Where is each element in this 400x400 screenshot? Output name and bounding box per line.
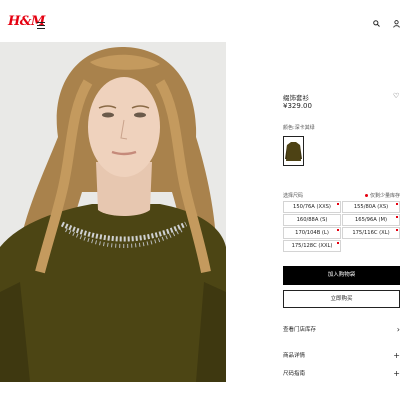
size-option-label: 165/96A (M) — [355, 217, 387, 223]
product-details-toggle[interactable]: 商品详情 + — [283, 350, 400, 362]
product-title: 缀饰套衫 — [283, 94, 309, 102]
model-wearing-sweater-image — [0, 42, 226, 382]
product-info-panel: 缀饰套衫 ♡ ¥329.00 颜色:深卡其绿 选择尺码 仅剩少量库存 150/7… — [283, 0, 400, 400]
favorite-heart-icon[interactable]: ♡ — [393, 92, 399, 100]
store-stock-label: 查看门店库存 — [283, 327, 317, 333]
size-option-xxs[interactable]: 150/76A (XXS) — [283, 201, 341, 213]
size-option-label: 155/80A (XS) — [353, 204, 389, 210]
low-stock-dot-icon — [364, 194, 368, 197]
sweater-thumbnail-icon — [285, 142, 302, 161]
size-option-label: 175/116C (XL) — [352, 230, 390, 236]
low-stock-marker-icon — [337, 229, 339, 231]
size-option-label: 170/104B (L) — [295, 230, 329, 236]
hamburger-menu-icon[interactable] — [37, 22, 45, 29]
size-select-label: 选择尺码 — [283, 193, 304, 199]
size-guide-label: 尺码指南 — [283, 371, 306, 377]
size-option-xl[interactable]: 175/116C (XL) — [342, 227, 400, 239]
low-stock-marker-icon — [396, 216, 398, 218]
color-swatch[interactable] — [283, 136, 304, 166]
buy-now-button[interactable]: 立即购买 — [283, 290, 400, 308]
plus-icon: + — [393, 369, 400, 378]
low-stock-marker-icon — [337, 203, 339, 205]
size-grid: 150/76A (XXS) 155/80A (XS) 160/88A (S) 1… — [283, 201, 400, 253]
store-stock-link[interactable]: 查看门店库存 › — [283, 324, 400, 336]
product-price: ¥329.00 — [283, 102, 312, 110]
low-stock-marker-icon — [396, 203, 398, 205]
low-stock-legend: 仅剩少量库存 — [364, 192, 400, 199]
size-option-s[interactable]: 160/88A (S) — [283, 214, 341, 226]
low-stock-marker-icon — [337, 242, 339, 244]
size-option-xxl[interactable]: 175/128C (XXL) — [283, 240, 341, 252]
size-option-m[interactable]: 165/96A (M) — [342, 214, 400, 226]
low-stock-marker-icon — [396, 229, 398, 231]
size-option-label: 175/128C (XXL) — [291, 243, 333, 249]
size-option-label: 150/76A (XXS) — [293, 204, 331, 210]
product-details-label: 商品详情 — [283, 353, 306, 359]
plus-icon: + — [393, 351, 400, 360]
size-guide-toggle[interactable]: 尺码指南 + — [283, 368, 400, 380]
low-stock-text: 仅剩少量库存 — [369, 193, 400, 199]
product-image[interactable] — [0, 42, 226, 382]
add-to-bag-button[interactable]: 加入购物袋 — [283, 266, 400, 285]
size-option-xs[interactable]: 155/80A (XS) — [342, 201, 400, 213]
size-option-l[interactable]: 170/104B (L) — [283, 227, 341, 239]
size-option-label: 160/88A (S) — [296, 217, 328, 223]
color-label: 颜色:深卡其绿 — [283, 125, 315, 131]
